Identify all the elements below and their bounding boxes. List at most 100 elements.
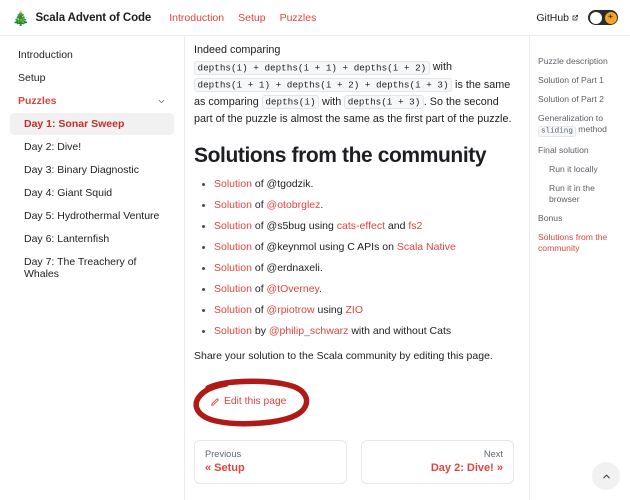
sidebar-item-day-5[interactable]: Day 5: Hydrothermal Venture	[10, 205, 174, 227]
inline-code-2: depths(i + 1) + depths(i + 2) + depths(i…	[194, 78, 453, 93]
edit-page-area: Edit this page	[193, 379, 514, 430]
solution-link[interactable]: Solution	[214, 304, 252, 316]
inline-code-1: depths(i) + depths(i + 1) + depths(i + 2…	[194, 60, 430, 75]
sidebar-item-setup[interactable]: Setup	[10, 67, 174, 89]
share-text: Share your solution to the Scala communi…	[194, 350, 493, 363]
brand[interactable]: 🎄 Scala Advent of Code	[12, 11, 151, 25]
solution-extra[interactable]: ZIO	[346, 304, 364, 316]
pagination-next[interactable]: Next Day 2: Dive! »	[361, 440, 514, 485]
list-item: Solution of @tgodzik.	[214, 177, 514, 191]
sidebar-item-label: Setup	[18, 72, 46, 84]
toc-label-text: Generalization to	[538, 113, 603, 123]
sidebar-item-day-6[interactable]: Day 6: Lanternfish	[10, 228, 174, 250]
pencil-icon	[211, 398, 219, 406]
github-label: GitHub	[536, 11, 569, 24]
inline-code-3: depths(i)	[261, 95, 320, 110]
list-item: Solution by @philip_schwarz with and wit…	[214, 324, 514, 338]
solution-tail: .	[320, 199, 324, 212]
list-item: Solution of @erdnaxeli.	[214, 261, 514, 275]
intro-paragraph: Indeed comparing depths(i) + depths(i + …	[194, 42, 514, 128]
sidebar-item-puzzles[interactable]: Puzzles	[10, 90, 174, 112]
sidebar: Introduction Setup Puzzles Day 1: Sonar …	[0, 36, 185, 500]
sidebar-item-day-2[interactable]: Day 2: Dive!	[10, 136, 174, 158]
list-item: Solution of @otobrglez.	[214, 198, 514, 212]
scroll-to-top-button[interactable]	[592, 462, 620, 490]
brand-title: Scala Advent of Code	[35, 11, 152, 24]
solution-link[interactable]: Solution	[214, 199, 252, 211]
solution-author: @tgodzik	[266, 178, 311, 191]
solution-tail: with and without Cats	[348, 325, 452, 338]
solutions-list: Solution of @tgodzik. Solution of @otobr…	[194, 177, 514, 338]
navbar-right: GitHub ☀	[536, 10, 618, 25]
sidebar-item-label: Day 2: Dive!	[24, 141, 82, 153]
toc-inline-code: sliding	[538, 125, 576, 137]
solution-link[interactable]: Solution	[214, 220, 252, 232]
solution-tail: .	[310, 178, 314, 191]
toc-item-generalization[interactable]: Generalization to sliding method	[538, 113, 624, 137]
toc-item-puzzle-description[interactable]: Puzzle description	[538, 56, 624, 67]
solution-link[interactable]: Solution	[214, 241, 252, 253]
solution-mid: of	[251, 199, 267, 212]
solution-link[interactable]: Solution	[214, 283, 252, 295]
github-link[interactable]: GitHub	[536, 12, 579, 24]
solution-author[interactable]: @otobrglez	[267, 199, 321, 211]
solution-author[interactable]: @rpiotrow	[267, 304, 315, 316]
solution-author[interactable]: cats-effect	[337, 220, 385, 232]
toc-item-final-solution[interactable]: Final solution	[538, 145, 624, 156]
nav-link-introduction[interactable]: Introduction	[169, 12, 224, 24]
theme-toggle[interactable]: ☀	[588, 10, 618, 25]
para-text-1: Indeed comparing	[194, 44, 281, 56]
solution-mid: of	[251, 262, 267, 275]
sidebar-item-day-1[interactable]: Day 1: Sonar Sweep	[10, 113, 174, 135]
solution-link[interactable]: Solution	[214, 262, 252, 274]
solution-mid: of	[251, 304, 267, 317]
sidebar-item-introduction[interactable]: Introduction	[10, 44, 174, 66]
list-item: Solution of @tOverney.	[214, 282, 514, 296]
solution-link[interactable]: Solution	[214, 325, 252, 337]
sidebar-item-label: Day 4: Giant Squid	[24, 187, 113, 199]
chevron-down-icon[interactable]	[157, 97, 166, 106]
main-content: Indeed comparing depths(i) + depths(i + …	[186, 36, 528, 500]
toc-item-run-browser[interactable]: Run it in the browser	[538, 183, 624, 205]
pagination-previous[interactable]: Previous « Setup	[194, 440, 347, 485]
solution-extra[interactable]: fs2	[408, 220, 422, 232]
sun-icon: ☀	[604, 11, 617, 24]
inline-code-4: depths(i + 3)	[344, 95, 424, 110]
solution-author[interactable]: Scala Native	[397, 241, 456, 253]
edit-this-page-link[interactable]: Edit this page	[210, 396, 286, 407]
pagination-next-label: Next	[483, 449, 503, 460]
nav-link-setup[interactable]: Setup	[238, 12, 265, 24]
nav-link-puzzles[interactable]: Puzzles	[280, 12, 317, 24]
pagination: Previous « Setup Next Day 2: Dive! »	[194, 440, 514, 485]
sidebar-item-label: Day 1: Sonar Sweep	[24, 118, 125, 130]
pagination-previous-label: Previous	[205, 449, 242, 460]
sidebar-item-day-3[interactable]: Day 3: Binary Diagnostic	[10, 159, 174, 181]
list-item: Solution of @rpiotrow using ZIO	[214, 303, 514, 317]
solution-author[interactable]: @tOverney	[267, 283, 319, 295]
solution-mid: of	[251, 178, 267, 191]
solution-author[interactable]: @philip_schwarz	[269, 325, 349, 337]
pagination-previous-title: « Setup	[205, 462, 245, 475]
list-item: Solution of @s5bug using cats-effect and…	[214, 219, 514, 233]
table-of-contents: Puzzle description Solution of Part 1 So…	[529, 36, 630, 500]
navbar: 🎄 Scala Advent of Code Introduction Setu…	[0, 0, 630, 36]
sidebar-item-label: Introduction	[18, 49, 73, 61]
pagination-next-title: Day 2: Dive! »	[430, 462, 503, 475]
toc-item-run-locally[interactable]: Run it locally	[538, 164, 624, 175]
toc-item-bonus[interactable]: Bonus	[538, 213, 624, 224]
sidebar-item-day-4[interactable]: Day 4: Giant Squid	[10, 182, 174, 204]
toc-item-solutions-community[interactable]: Solutions from the community	[538, 232, 624, 254]
para-text-2: with	[429, 61, 452, 74]
toc-label-text-2: method	[575, 124, 607, 134]
sidebar-item-label: Puzzles	[18, 95, 57, 107]
para-text-4: with	[319, 95, 345, 108]
toc-item-solution-part-1[interactable]: Solution of Part 1	[538, 75, 624, 86]
sidebar-item-day-7[interactable]: Day 7: The Treachery of Whales	[10, 251, 174, 285]
toc-item-solution-part-2[interactable]: Solution of Part 2	[538, 94, 624, 105]
sidebar-item-label: Day 5: Hydrothermal Venture	[24, 210, 160, 222]
page-title: Solutions from the community	[194, 144, 487, 168]
sidebar-item-label: Day 3: Binary Diagnostic	[24, 164, 139, 176]
solution-author: @erdnaxeli	[266, 262, 320, 275]
solution-link[interactable]: Solution	[214, 178, 252, 190]
toggle-knob	[589, 11, 602, 24]
